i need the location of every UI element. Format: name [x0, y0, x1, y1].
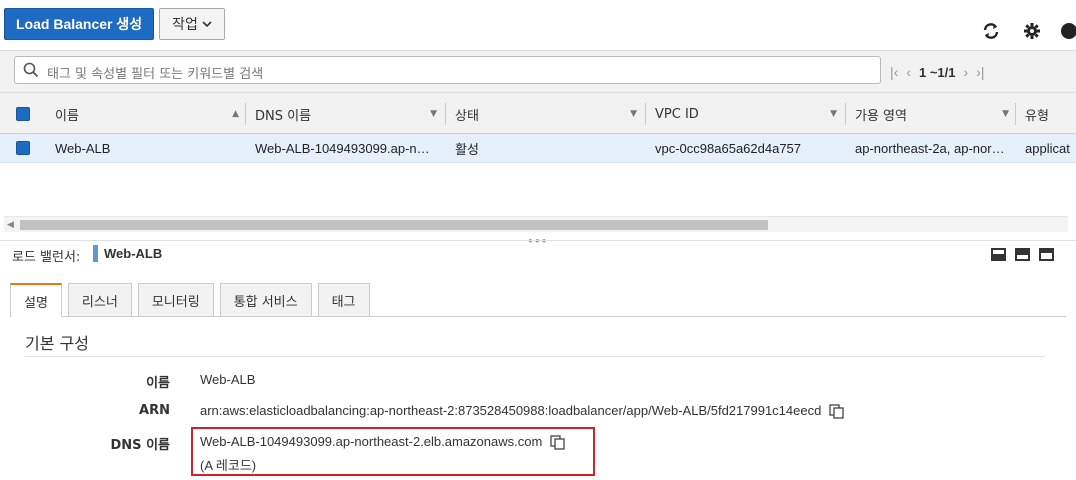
- column-separator: [245, 103, 246, 125]
- row-checkbox[interactable]: [16, 141, 30, 155]
- search-input[interactable]: 태그 및 속성별 필터 또는 키워드별 검색: [14, 56, 881, 84]
- select-all-checkbox[interactable]: [16, 107, 30, 121]
- sort-icon: ▼: [1002, 109, 1009, 119]
- section-divider: [25, 356, 1045, 357]
- layout-bottom-icon[interactable]: [991, 248, 1006, 261]
- last-page-icon[interactable]: ›|: [976, 64, 984, 80]
- table-row[interactable]: Web-ALB Web-ALB-1049493099.ap-n… 활성 vpc-…: [0, 134, 1076, 163]
- scroll-left-icon[interactable]: ◀: [7, 219, 14, 230]
- column-separator: [645, 103, 646, 125]
- column-header-name[interactable]: 이름 ▲: [55, 93, 245, 135]
- gear-icon[interactable]: [1021, 20, 1043, 42]
- column-header-state[interactable]: 상태 ▼: [455, 93, 643, 135]
- tab-monitoring[interactable]: 모니터링: [137, 283, 214, 316]
- column-separator: [445, 103, 446, 125]
- column-header-az[interactable]: 가용 영역 ▼: [855, 93, 1015, 135]
- field-value-arn-row: arn:aws:elasticloadbalancing:ap-northeas…: [200, 403, 845, 419]
- search-placeholder: 태그 및 속성별 필터 또는 키워드별 검색: [47, 67, 264, 82]
- tabs-divider: [10, 316, 1066, 317]
- tab-tags[interactable]: 태그: [317, 283, 370, 316]
- copy-icon[interactable]: [829, 404, 845, 419]
- table-header: 이름 ▲ DNS 이름 ▼ 상태 ▼ VPC ID ▼ 가용 영역 ▼ 유형: [0, 92, 1076, 134]
- scrollbar-thumb[interactable]: [20, 220, 768, 230]
- column-header-dns[interactable]: DNS 이름 ▼: [255, 93, 443, 135]
- column-header-type[interactable]: 유형: [1025, 93, 1076, 135]
- top-toolbar: Load Balancer 생성 작업: [0, 0, 1076, 50]
- cell-dns: Web-ALB-1049493099.ap-n…: [255, 141, 430, 156]
- detail-header: 로드 밸런서: Web-ALB: [0, 240, 1076, 266]
- filter-bar: 태그 및 속성별 필터 또는 키워드별 검색 |‹ ‹ 1 ~1/1 › ›|: [0, 50, 1076, 92]
- sort-icon: ▼: [830, 109, 837, 119]
- field-label-name: 이름: [146, 376, 170, 391]
- first-page-icon[interactable]: |‹: [890, 64, 898, 80]
- field-value-name: Web-ALB: [200, 372, 256, 387]
- column-separator: [1015, 103, 1016, 125]
- search-icon: [23, 62, 39, 78]
- actions-dropdown-button[interactable]: 작업: [159, 8, 225, 40]
- column-separator: [845, 103, 846, 125]
- horizontal-scrollbar[interactable]: ◀: [4, 216, 1068, 232]
- tab-listeners[interactable]: 리스너: [67, 283, 132, 316]
- page-count: 1 ~1/1: [918, 64, 956, 80]
- section-title: 기본 구성: [25, 334, 89, 353]
- help-icon[interactable]: [1058, 20, 1076, 42]
- cell-type: applicat: [1025, 141, 1070, 156]
- detail-header-name: Web-ALB: [104, 246, 163, 261]
- sort-icon: ▼: [430, 109, 437, 119]
- highlight-box: [191, 427, 595, 476]
- prev-page-icon[interactable]: ‹: [906, 64, 911, 80]
- cell-name: Web-ALB: [55, 141, 111, 156]
- column-header-vpc[interactable]: VPC ID ▼: [655, 93, 843, 135]
- cell-state: 활성: [455, 142, 479, 157]
- refresh-icon[interactable]: [980, 20, 1002, 42]
- cell-vpc: vpc-0cc98a65a62d4a757: [655, 141, 802, 156]
- create-load-balancer-button[interactable]: Load Balancer 생성: [4, 8, 155, 40]
- tab-description[interactable]: 설명: [10, 283, 62, 317]
- pagination: |‹ ‹ 1 ~1/1 › ›|: [890, 61, 984, 83]
- layout-top-icon[interactable]: [1039, 248, 1054, 261]
- layout-split-icon[interactable]: [1015, 248, 1030, 261]
- chevron-down-icon: [202, 21, 212, 28]
- selection-marker: [93, 245, 98, 262]
- field-label-dns: DNS 이름: [110, 438, 170, 453]
- tab-integrated-services[interactable]: 통합 서비스: [219, 283, 312, 316]
- sort-asc-icon: ▲: [232, 109, 239, 119]
- detail-tabs: 설명 리스너 모니터링 통합 서비스 태그: [10, 283, 370, 317]
- detail-header-label: 로드 밸런서:: [12, 250, 81, 265]
- next-page-icon[interactable]: ›: [964, 64, 969, 80]
- field-value-arn: arn:aws:elasticloadbalancing:ap-northeas…: [200, 403, 822, 418]
- cell-az: ap-northeast-2a, ap-nor…: [855, 141, 1005, 156]
- field-label-arn: ARN: [139, 403, 170, 418]
- actions-label: 작업: [172, 16, 198, 32]
- sort-icon: ▼: [630, 109, 637, 119]
